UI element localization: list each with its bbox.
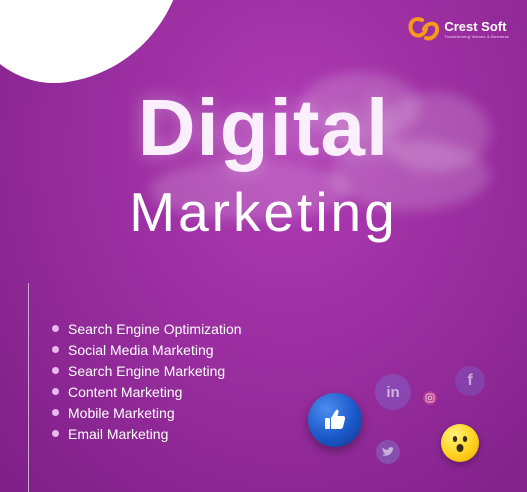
service-label: Content Marketing — [68, 383, 183, 400]
bullet-icon — [52, 409, 59, 416]
logo-name: Crest Soft — [444, 18, 507, 34]
facebook-icon: f — [455, 366, 485, 396]
bullet-icon — [52, 346, 59, 353]
surprised-emoji-icon — [441, 424, 479, 462]
list-item: Search Engine Optimization — [52, 318, 242, 339]
list-item: Email Marketing — [52, 423, 242, 444]
service-label: Mobile Marketing — [68, 404, 175, 421]
headline-marketing: Marketing — [129, 181, 398, 243]
crest-soft-logo: Crest Soft Transforming Visions & Busine… — [406, 14, 509, 44]
list-item: Mobile Marketing — [52, 402, 242, 423]
bullet-icon — [52, 325, 59, 332]
list-item: Social Media Marketing — [52, 339, 242, 360]
vertical-divider — [28, 283, 29, 492]
facebook-label: f — [467, 372, 473, 389]
instagram-icon — [423, 391, 437, 405]
services-list: Search Engine Optimization Social Media … — [52, 318, 242, 444]
service-label: Search Engine Marketing — [68, 362, 226, 379]
marketing-banner: Crest Soft Transforming Visions & Busine… — [0, 0, 527, 492]
thumbs-up-icon — [308, 393, 362, 447]
bullet-icon — [52, 388, 59, 395]
service-label: Social Media Marketing — [68, 341, 214, 358]
list-item: Search Engine Marketing — [52, 360, 242, 381]
linkedin-icon: in — [375, 374, 411, 410]
bullet-icon — [52, 367, 59, 374]
linkedin-label: in — [386, 383, 400, 401]
bullet-icon — [52, 430, 59, 437]
service-label: Search Engine Optimization — [68, 320, 242, 337]
headline-digital: Digital — [137, 83, 390, 172]
list-item: Content Marketing — [52, 381, 242, 402]
service-label: Email Marketing — [68, 425, 169, 442]
white-corner-blob — [0, 0, 203, 96]
logo-tagline: Transforming Visions & Business — [444, 33, 509, 39]
twitter-bird-icon — [376, 440, 400, 464]
crest-swoosh-logo-icon — [408, 17, 440, 41]
